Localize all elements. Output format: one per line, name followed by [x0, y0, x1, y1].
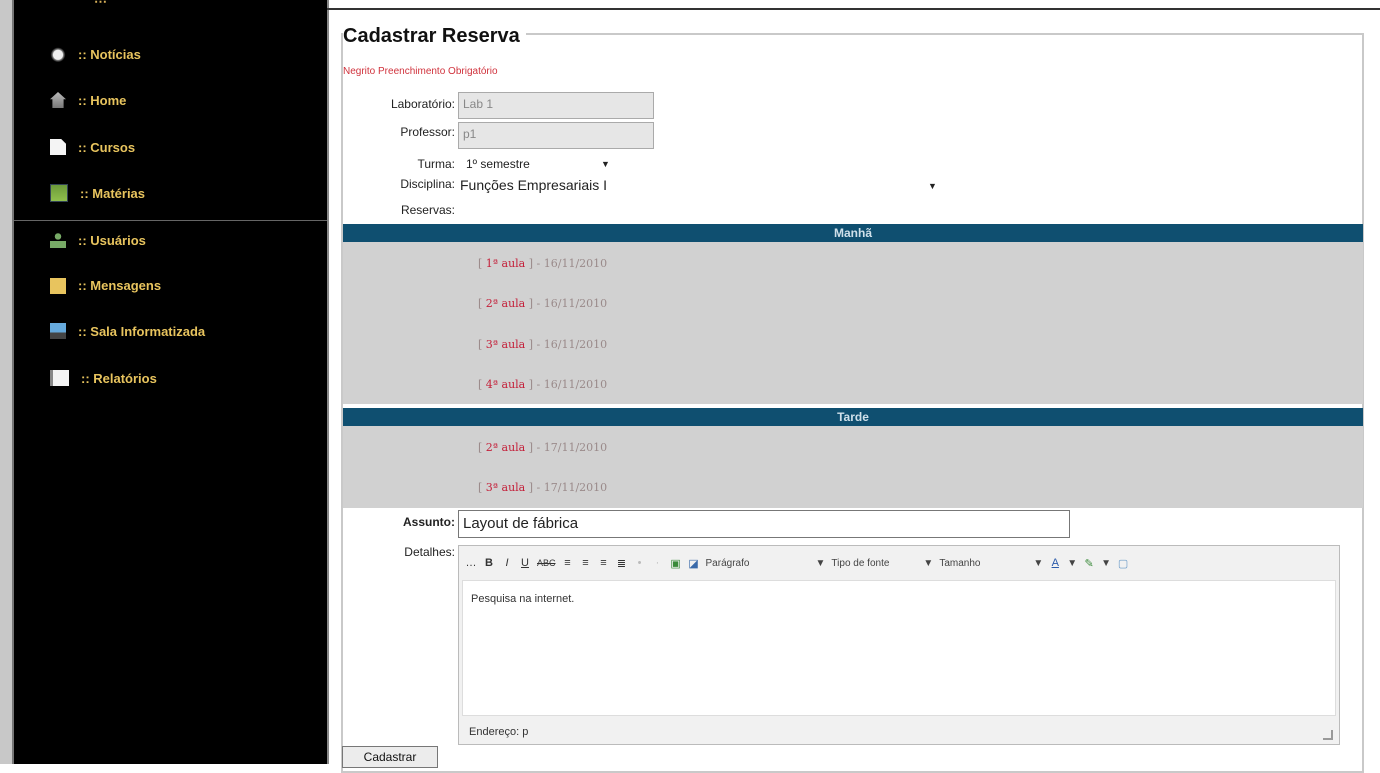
reservation-slot[interactable]: [ 1ª aula ] - 16/11/2010 [478, 257, 607, 270]
sidebar-item-home[interactable]: :: Home [50, 88, 126, 112]
sidebar-item-label: :: Usuários [78, 232, 146, 248]
chevron-down-icon[interactable]: ▼ [816, 558, 826, 569]
reservation-slot[interactable]: [ 4ª aula ] - 16/11/2010 [478, 378, 607, 391]
font-dropdown[interactable]: Tipo de fonte [831, 558, 917, 569]
numbered-list-icon[interactable]: · [652, 557, 664, 569]
editor-toolbar: … B I U ABC ≡ ≡ ≡ ≣ • · ▣ ◪ Parágrafo ▼ … [459, 546, 1345, 580]
reservation-slot[interactable]: [ 2ª aula ] - 16/11/2010 [478, 297, 607, 310]
sidebar-item-materias[interactable]: :: Matérias [50, 181, 145, 205]
rich-text-editor: … B I U ABC ≡ ≡ ≡ ≣ • · ▣ ◪ Parágrafo ▼ … [458, 545, 1340, 745]
detalhes-label: Detalhes: [404, 545, 455, 559]
chevron-down-icon[interactable]: ▼ [1033, 558, 1043, 569]
book-icon [50, 184, 68, 202]
highlight-icon[interactable]: ✎ [1083, 557, 1095, 570]
chevron-down-icon[interactable]: ▼ [923, 558, 933, 569]
chevron-down-icon[interactable]: ▼ [1101, 558, 1111, 569]
content-top-border [327, 8, 1380, 10]
computer-icon [50, 323, 66, 339]
strikethrough-icon[interactable]: ABC [537, 558, 556, 568]
sidebar-item-label: :: Home [78, 92, 127, 108]
news-icon [50, 46, 66, 62]
source-icon[interactable]: … [465, 557, 477, 569]
align-justify-icon[interactable]: ≣ [616, 557, 628, 570]
underline-icon[interactable]: U [519, 557, 531, 569]
sidebar-item-cursos[interactable]: :: Cursos [50, 135, 135, 159]
document-icon [50, 139, 66, 155]
tarde-header: Tarde [343, 408, 1363, 426]
cadastrar-button[interactable]: Cadastrar [342, 746, 438, 768]
reservas-label: Reservas: [400, 203, 455, 217]
assunto-field[interactable]: Layout de fábrica [458, 510, 1070, 538]
italic-icon[interactable]: I [501, 557, 513, 569]
chevron-down-icon[interactable]: ▼ [1067, 558, 1077, 569]
chevron-down-icon: ▼ [928, 181, 937, 191]
reservation-slot[interactable]: [ 3ª aula ] - 17/11/2010 [478, 481, 607, 494]
reservation-slot[interactable]: [ 3ª aula ] - 16/11/2010 [478, 338, 607, 351]
sidebar-item-label: :: Relatórios [81, 370, 157, 386]
sidebar-item-usuarios[interactable]: :: Usuários [50, 228, 146, 252]
sidebar-item-mensagens[interactable]: :: Mensagens [50, 273, 161, 297]
report-icon [50, 370, 69, 386]
chevron-down-icon: ▼ [601, 159, 610, 169]
disciplina-select-value: Funções Empresariais I [460, 177, 608, 193]
sidebar-item-sala-informatizada[interactable]: :: Sala Informatizada [50, 319, 205, 343]
sidebar-top-item-cutoff: ⋯ [94, 0, 107, 9]
professor-label: Professor: [400, 125, 455, 139]
sidebar: ⋯ :: Notícias :: Home :: Cursos :: Matér… [14, 0, 327, 764]
fullscreen-icon[interactable]: ▢ [1117, 557, 1129, 570]
sidebar-item-label: :: Mensagens [78, 277, 162, 293]
align-right-icon[interactable]: ≡ [598, 557, 610, 569]
required-note: Negrito Preenchimento Obrigatório [343, 66, 498, 77]
editor-path-status: Endereço: p [469, 726, 529, 738]
sidebar-item-label: :: Sala Informatizada [78, 323, 206, 339]
laboratorio-label: Laboratório: [390, 97, 455, 111]
bold-icon[interactable]: B [483, 557, 495, 569]
editor-content-area[interactable]: Pesquisa na internet. [462, 580, 1336, 716]
image-icon[interactable]: ▣ [670, 557, 682, 570]
laboratorio-field[interactable]: Lab 1 [458, 92, 654, 119]
user-icon [50, 232, 66, 248]
sidebar-item-relatorios[interactable]: :: Relatórios [50, 366, 157, 390]
page-title: Cadastrar Reserva [343, 25, 526, 48]
turma-select-value: 1º semestre [466, 157, 530, 171]
home-icon [50, 92, 66, 108]
sidebar-item-label: :: Notícias [78, 46, 141, 62]
sidebar-item-label: :: Cursos [78, 139, 136, 155]
tarde-slots-area [343, 426, 1363, 508]
content-left-border [327, 0, 329, 764]
resize-grip-icon[interactable] [1323, 730, 1333, 740]
sidebar-divider [14, 220, 327, 221]
text-color-icon[interactable]: A [1049, 557, 1061, 569]
paragraph-dropdown[interactable]: Parágrafo [706, 558, 810, 569]
mail-icon [50, 278, 66, 294]
sidebar-item-noticias[interactable]: :: Notícias [50, 42, 141, 66]
assunto-label: Assunto: [403, 515, 455, 529]
align-center-icon[interactable]: ≡ [580, 557, 592, 569]
disciplina-label: Disciplina: [400, 177, 455, 191]
manha-header: Manhã [343, 224, 1363, 242]
align-left-icon[interactable]: ≡ [562, 557, 574, 569]
bullet-list-icon[interactable]: • [634, 557, 646, 569]
reservation-slot[interactable]: [ 2ª aula ] - 17/11/2010 [478, 441, 607, 454]
link-icon[interactable]: ◪ [688, 557, 700, 570]
professor-field[interactable]: p1 [458, 122, 654, 149]
sidebar-item-label: :: Matérias [80, 185, 146, 201]
size-dropdown[interactable]: Tamanho [939, 558, 1027, 569]
window-left-border [0, 0, 12, 764]
turma-label: Turma: [417, 157, 455, 171]
